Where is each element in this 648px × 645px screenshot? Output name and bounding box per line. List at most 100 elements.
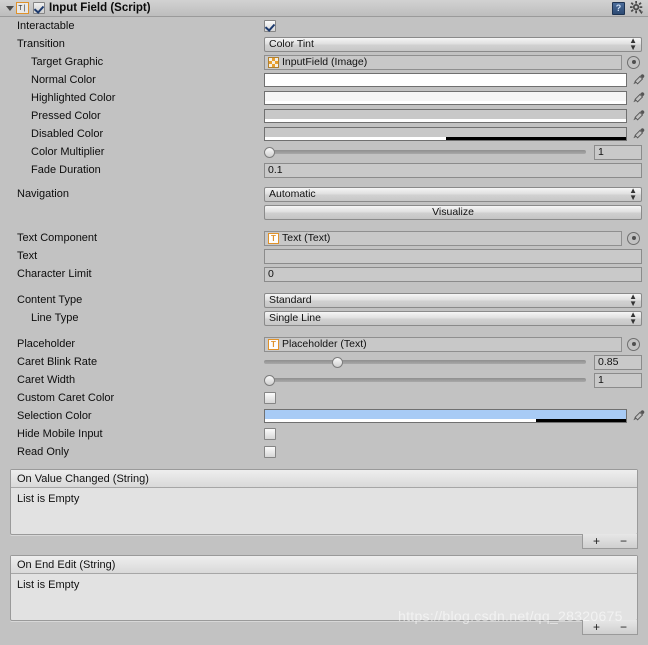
caret-blink-rate-input[interactable]: 0.85 (594, 354, 642, 370)
caret-blink-rate-slider[interactable] (264, 355, 586, 369)
disabled-color-swatch[interactable] (264, 127, 627, 141)
component-header[interactable]: T| Input Field (Script) (0, 0, 648, 17)
help-book-icon[interactable] (612, 1, 625, 15)
row-content-type: Content Type Standard ▲ ▼ (0, 291, 648, 309)
event-list-empty-text: List is Empty (17, 579, 80, 591)
page-title: Input Field (Script) (49, 2, 151, 14)
chevron-updown-icon: ▲ ▼ (629, 292, 637, 308)
event-footer: + − (10, 534, 638, 549)
field-text (264, 248, 648, 264)
eyedropper-icon[interactable] (632, 91, 646, 105)
event-box: On Value Changed (String) List is Empty (10, 469, 638, 535)
row-highlighted-color: Highlighted Color (0, 89, 648, 107)
label-content-type: Content Type (17, 294, 83, 306)
foldout-arrow-icon[interactable] (3, 2, 16, 15)
field-visualize: Visualize (264, 204, 648, 220)
interactable-checkbox[interactable] (264, 20, 276, 32)
label-hide-mobile-input: Hide Mobile Input (17, 428, 103, 440)
target-picker-icon[interactable] (627, 231, 640, 245)
event-list-empty-text: List is Empty (17, 493, 80, 505)
hide-mobile-input-checkbox[interactable] (264, 428, 276, 440)
row-hide-mobile-input: Hide Mobile Input (0, 425, 648, 443)
color-multiplier-input[interactable]: 1 (594, 144, 642, 160)
alpha-bar (265, 83, 626, 86)
field-transition: Color Tint ▲ ▼ (264, 36, 648, 52)
highlighted-color-swatch[interactable] (264, 91, 627, 105)
eyedropper-icon[interactable] (632, 73, 646, 87)
label-character-limit: Character Limit (17, 268, 92, 280)
field-target-graphic: InputField (Image) (264, 54, 648, 70)
field-content-type: Standard ▲ ▼ (264, 292, 648, 308)
slider-knob[interactable] (264, 374, 275, 386)
field-normal-color (264, 73, 648, 87)
field-disabled-color (264, 127, 648, 141)
target-graphic-object-field[interactable]: InputField (Image) (264, 54, 622, 70)
target-picker-icon[interactable] (627, 337, 640, 351)
eyedropper-icon[interactable] (632, 409, 646, 423)
header-actions (612, 1, 644, 15)
row-text-component: Text Component T Text (Text) (0, 229, 648, 247)
row-interactable: Interactable (0, 17, 648, 35)
row-caret-blink-rate: Caret Blink Rate 0.85 (0, 353, 648, 371)
eyedropper-icon[interactable] (632, 109, 646, 123)
field-highlighted-color (264, 91, 648, 105)
label-target-graphic: Target Graphic (31, 56, 104, 68)
row-text: Text (0, 247, 648, 265)
pressed-color-swatch[interactable] (264, 109, 627, 123)
eyedropper-icon[interactable] (632, 127, 646, 141)
label-line-type: Line Type (31, 312, 79, 324)
event-title: On Value Changed (String) (11, 470, 637, 488)
navigation-dropdown[interactable]: Automatic ▲ ▼ (264, 186, 642, 202)
visualize-button[interactable]: Visualize (264, 204, 642, 220)
field-character-limit: 0 (264, 266, 648, 282)
slider-track (264, 360, 586, 364)
content-type-dropdown[interactable]: Standard ▲ ▼ (264, 292, 642, 308)
text-component-object-field[interactable]: T Text (Text) (264, 230, 622, 246)
read-only-checkbox[interactable] (264, 446, 276, 458)
chevron-updown-icon: ▲ ▼ (629, 186, 637, 202)
line-type-dropdown[interactable]: Single Line ▲ ▼ (264, 310, 642, 326)
caret-width-slider[interactable] (264, 373, 586, 387)
add-listener-button[interactable]: + (593, 534, 600, 548)
row-target-graphic: Target Graphic InputField (Image) (0, 53, 648, 71)
label-custom-caret-color: Custom Caret Color (17, 392, 115, 404)
transition-dropdown[interactable]: Color Tint ▲ ▼ (264, 36, 642, 52)
row-selection-color: Selection Color (0, 407, 648, 425)
row-line-type: Line Type Single Line ▲ ▼ (0, 309, 648, 327)
label-text: Text (17, 250, 38, 262)
label-text-component: Text Component (17, 232, 98, 244)
remove-listener-button[interactable]: − (620, 534, 627, 548)
row-custom-caret-color: Custom Caret Color (0, 389, 648, 407)
row-normal-color: Normal Color (0, 71, 648, 89)
text-input[interactable] (264, 248, 642, 264)
add-listener-button[interactable]: + (593, 620, 600, 634)
field-hide-mobile-input (264, 428, 648, 440)
selection-color-swatch[interactable] (264, 409, 627, 423)
component-enabled-checkbox[interactable] (33, 2, 45, 15)
gear-icon[interactable] (630, 1, 644, 15)
target-picker-icon[interactable] (627, 55, 640, 69)
caret-width-input[interactable]: 1 (594, 372, 642, 388)
field-text-component: T Text (Text) (264, 230, 648, 246)
custom-caret-color-checkbox[interactable] (264, 392, 276, 404)
event-add-remove-buttons: + − (582, 620, 638, 635)
swatch-fill (265, 128, 626, 137)
event-box: On End Edit (String) List is Empty (10, 555, 638, 621)
row-fade-duration: Fade Duration 0.1 (0, 161, 648, 179)
label-selection-color: Selection Color (17, 410, 92, 422)
field-fade-duration: 0.1 (264, 162, 648, 178)
slider-knob[interactable] (332, 356, 343, 368)
swatch-fill (265, 110, 626, 119)
normal-color-swatch[interactable] (264, 73, 627, 87)
character-limit-input[interactable]: 0 (264, 266, 642, 282)
remove-listener-button[interactable]: − (620, 620, 627, 634)
placeholder-object-field[interactable]: T Placeholder (Text) (264, 336, 622, 352)
slider-knob[interactable] (264, 146, 275, 158)
fade-duration-input[interactable]: 0.1 (264, 162, 642, 178)
color-multiplier-slider[interactable] (264, 145, 586, 159)
label-highlighted-color: Highlighted Color (31, 92, 116, 104)
event-section-on-value-changed: On Value Changed (String) List is Empty … (10, 469, 638, 549)
